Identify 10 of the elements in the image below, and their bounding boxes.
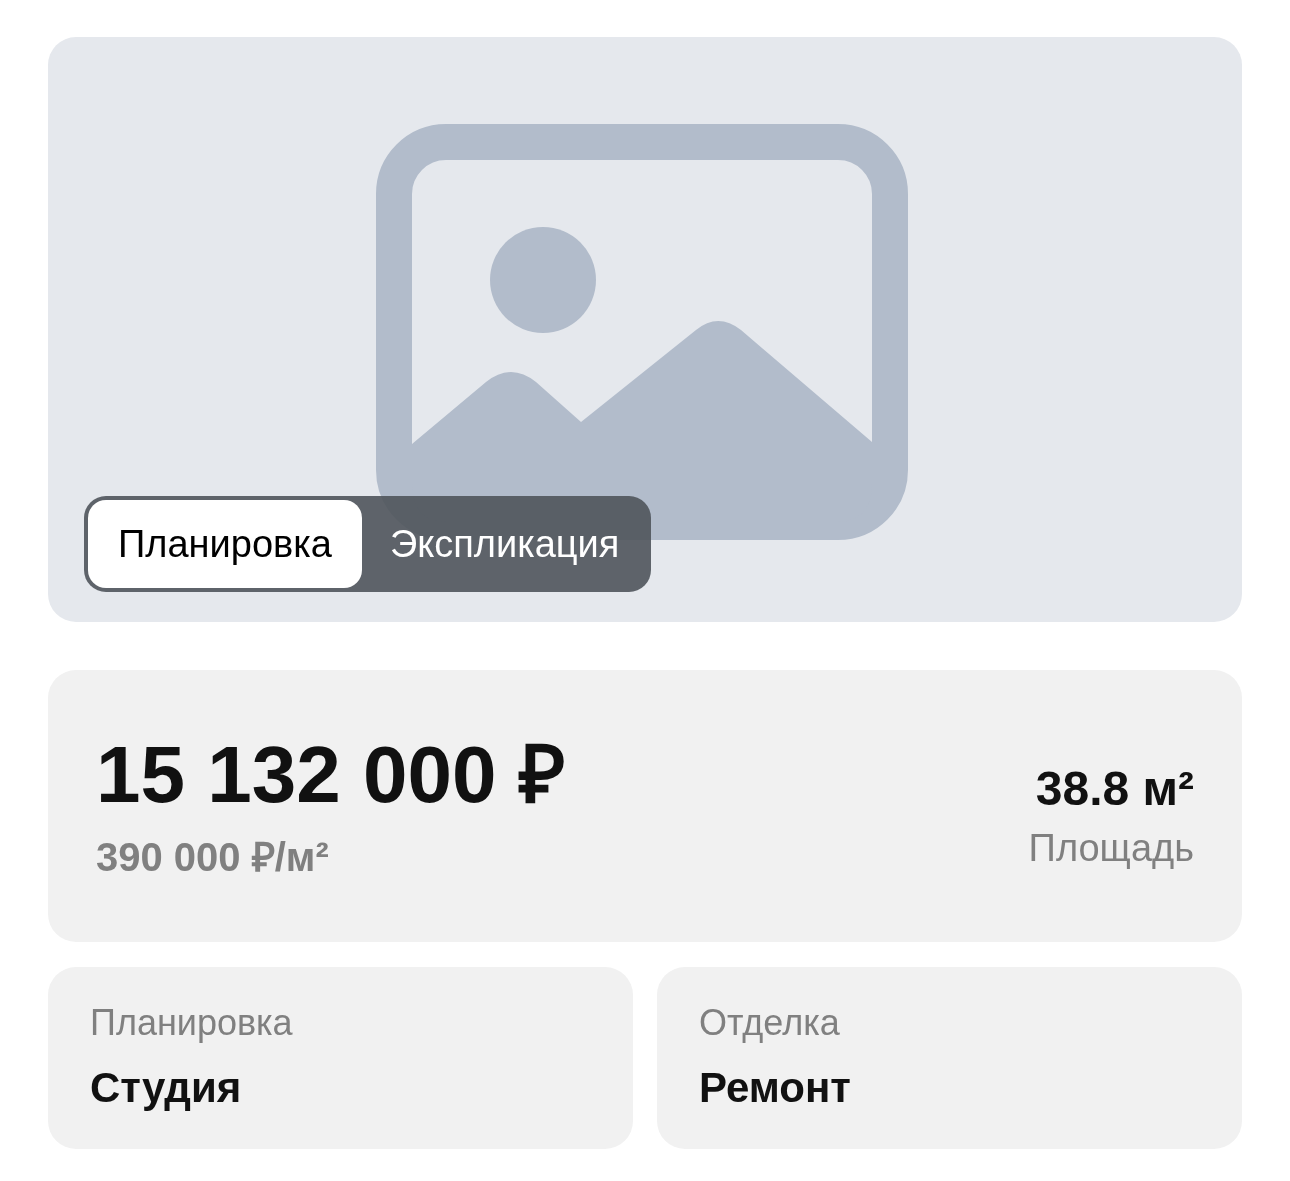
layout-tab[interactable]: Экспликация	[361, 500, 648, 588]
layout-tab[interactable]: Планировка	[88, 500, 362, 588]
price: 15 132 000 ₽	[96, 735, 566, 815]
detail-label: Планировка	[90, 1005, 293, 1041]
detail-value: Ремонт	[699, 1067, 851, 1109]
area-label: Площадь	[1028, 829, 1194, 867]
price-per-meter: 390 000 ₽/м²	[96, 837, 330, 877]
detail-label: Отделка	[699, 1005, 840, 1041]
detail-value: Студия	[90, 1067, 242, 1109]
area-value: 38.8 м²	[1035, 765, 1194, 813]
